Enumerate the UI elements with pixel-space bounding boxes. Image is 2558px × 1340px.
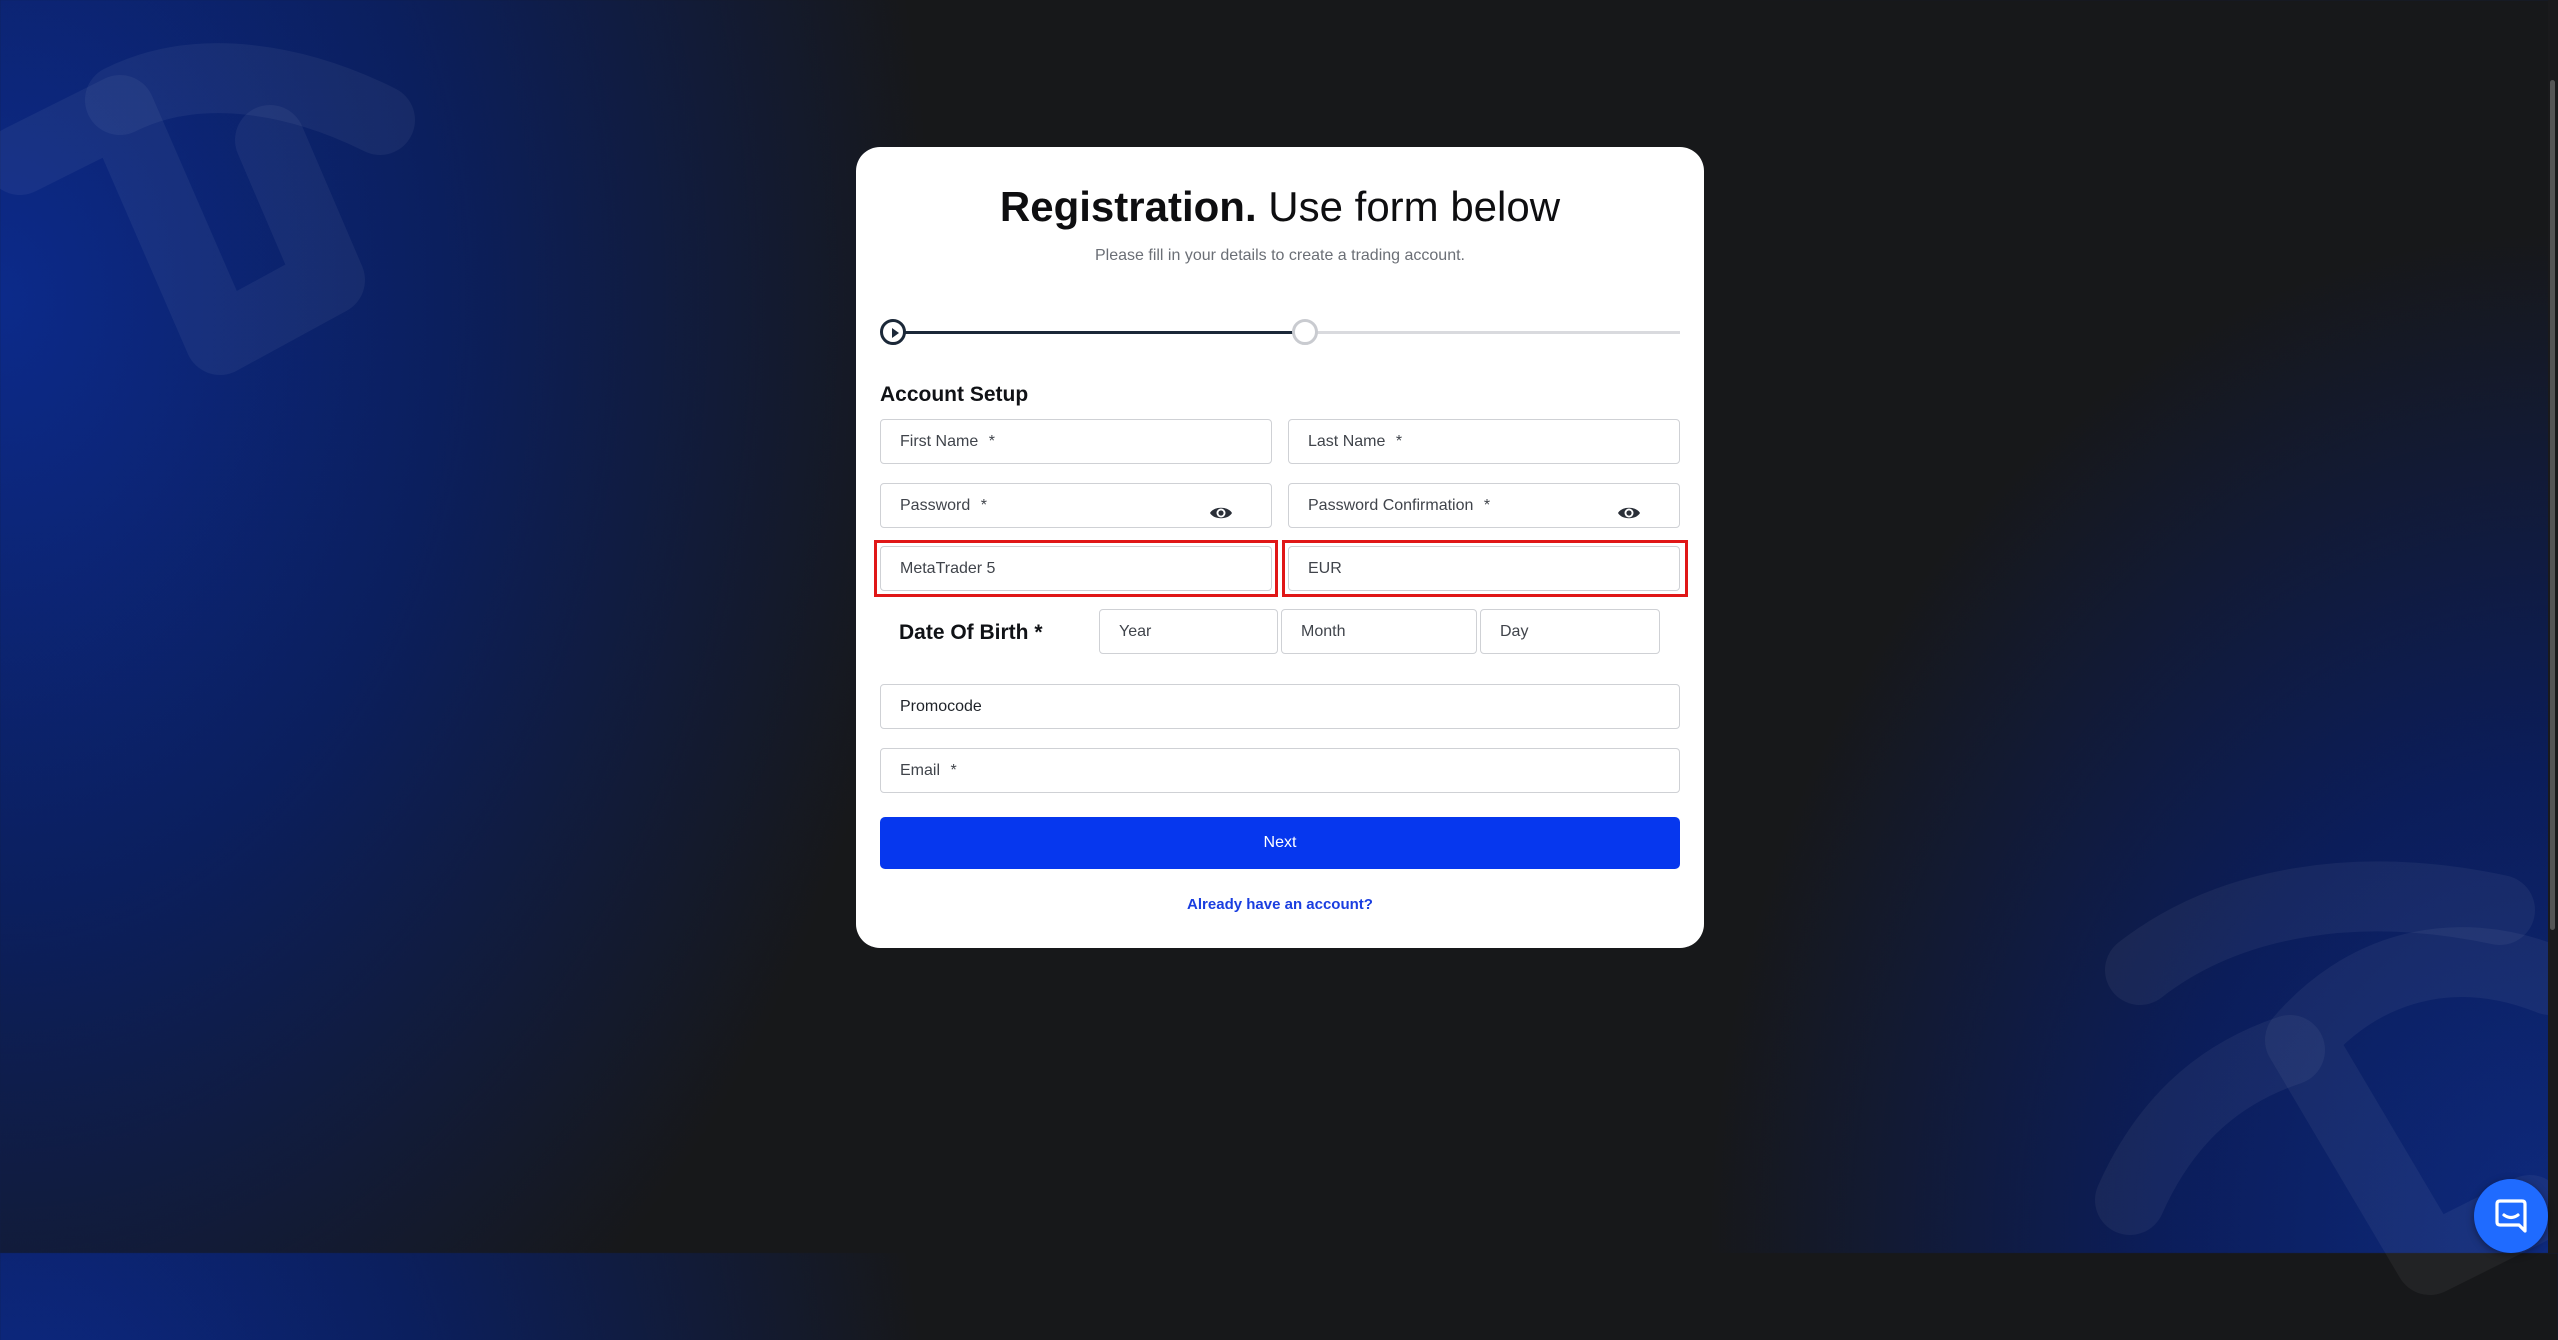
section-title: Account Setup	[880, 383, 1029, 406]
email-field[interactable]: Email *	[880, 748, 1680, 793]
required-mark: *	[980, 497, 987, 514]
scrollbar-thumb[interactable]	[2550, 80, 2555, 930]
promocode-field[interactable]: Promocode	[880, 684, 1680, 729]
dob-label: Date Of Birth *	[899, 621, 1043, 644]
required-mark: *	[988, 433, 995, 450]
step-2-indicator	[1292, 319, 1318, 345]
dob-year-select[interactable]: Year	[1099, 609, 1278, 654]
platform-select[interactable]: MetaTrader 5	[880, 546, 1272, 591]
page-subtitle: Please fill in your details to create a …	[1095, 247, 1465, 264]
eye-icon[interactable]	[1617, 496, 1641, 539]
page-title: Registration. Use form below	[856, 177, 1704, 237]
required-mark: *	[1483, 497, 1491, 514]
platform-value: MetaTrader 5	[900, 560, 996, 577]
chat-icon	[2495, 1199, 2527, 1233]
last-name-field[interactable]: Last Name *	[1288, 419, 1680, 464]
registration-card: Registration. Use form below Please fill…	[856, 147, 1704, 948]
password-placeholder: Password	[900, 497, 971, 514]
page-title-bold: Registration.	[999, 183, 1257, 230]
next-button[interactable]: Next	[880, 817, 1680, 869]
dob-year-placeholder: Year	[1119, 623, 1152, 640]
already-have-account-link[interactable]: Already have an account?	[856, 896, 1704, 913]
password-confirmation-placeholder: Password Confirmation	[1308, 497, 1474, 514]
dob-month-placeholder: Month	[1301, 623, 1346, 640]
promocode-placeholder: Promocode	[900, 698, 982, 715]
progress-fill	[894, 331, 1294, 334]
dob-day-select[interactable]: Day	[1480, 609, 1660, 654]
currency-select[interactable]: EUR	[1288, 546, 1680, 591]
required-mark: *	[950, 762, 957, 779]
first-name-field[interactable]: First Name *	[880, 419, 1272, 464]
background-logo-top-left	[0, 43, 415, 375]
password-confirmation-field[interactable]: Password Confirmation *	[1288, 483, 1680, 528]
currency-value: EUR	[1308, 560, 1342, 577]
dob-month-select[interactable]: Month	[1281, 609, 1477, 654]
play-icon	[892, 328, 899, 338]
step-progress-bar	[880, 317, 1680, 347]
required-mark: *	[1395, 433, 1403, 450]
email-placeholder: Email	[900, 762, 941, 779]
page-title-light: Use form below	[1268, 183, 1561, 230]
background-logo-bottom-right	[2095, 861, 2558, 1295]
eye-icon[interactable]	[1209, 496, 1233, 539]
first-name-placeholder: First Name	[900, 433, 979, 450]
scrollbar[interactable]	[2548, 0, 2558, 1253]
last-name-placeholder: Last Name	[1308, 433, 1386, 450]
dob-day-placeholder: Day	[1500, 623, 1529, 640]
step-1-indicator	[880, 319, 906, 345]
chat-button[interactable]	[2474, 1179, 2548, 1253]
password-field[interactable]: Password *	[880, 483, 1272, 528]
